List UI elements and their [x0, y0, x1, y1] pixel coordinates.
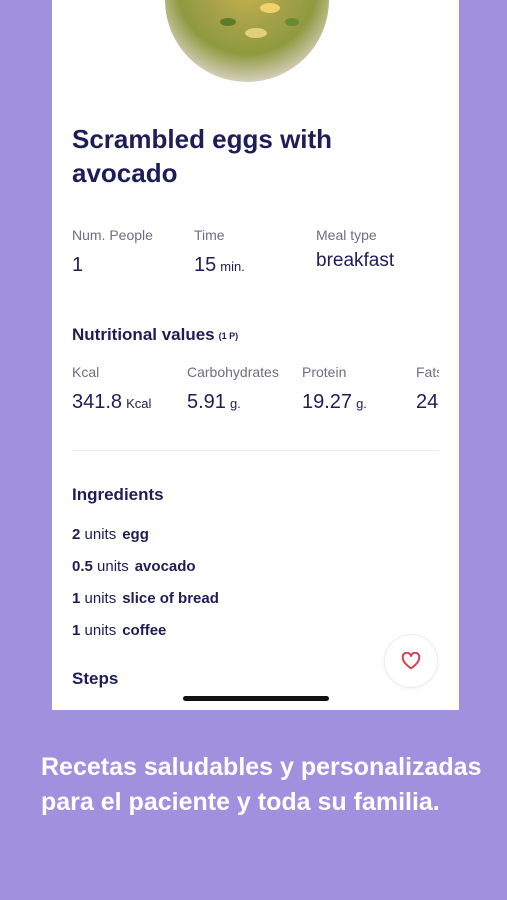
- protein-value: 19.27 g.: [302, 391, 367, 413]
- fats-label: Fats: [416, 364, 439, 380]
- ingredient-item: 2 units egg: [72, 526, 149, 543]
- recipe-card: Scrambled eggs with avocado Num. People …: [52, 0, 459, 710]
- num-people-value: 1: [72, 254, 84, 276]
- meal-type-label: Meal type: [316, 227, 377, 243]
- meal-type-value: breakfast: [316, 250, 395, 271]
- recipe-image: [165, 0, 329, 82]
- time-unit: min.: [220, 259, 245, 274]
- num-people-label: Num. People: [72, 227, 153, 243]
- kcal-label: Kcal: [72, 364, 100, 380]
- home-indicator[interactable]: [183, 696, 329, 701]
- favorite-button[interactable]: [384, 634, 438, 688]
- carbohydrates-value: 5.91 g.: [187, 391, 241, 413]
- divider: [72, 450, 439, 451]
- nutritional-values-title: Nutritional values (1 P): [72, 325, 239, 344]
- ingredient-item: 0.5 units avocado: [72, 558, 196, 575]
- recipe-title: Scrambled eggs with avocado: [72, 124, 333, 188]
- heart-icon: [401, 652, 421, 670]
- protein-label: Protein: [302, 364, 347, 380]
- promo-caption: Recetas saludables y personalizadas para…: [41, 753, 482, 816]
- portion-label: (1 P): [218, 330, 239, 341]
- ingredient-item: 1 units slice of bread: [72, 590, 219, 607]
- fats-value: 24: [416, 391, 439, 413]
- time-label: Time: [194, 227, 225, 243]
- kcal-value: 341.8 Kcal: [72, 391, 152, 413]
- ingredients-title: Ingredients: [72, 485, 164, 504]
- time-value: 15 min.: [194, 254, 245, 276]
- steps-title: Steps: [72, 669, 119, 688]
- ingredient-item: 1 units coffee: [72, 622, 167, 639]
- carbohydrates-label: Carbohydrates: [187, 364, 279, 380]
